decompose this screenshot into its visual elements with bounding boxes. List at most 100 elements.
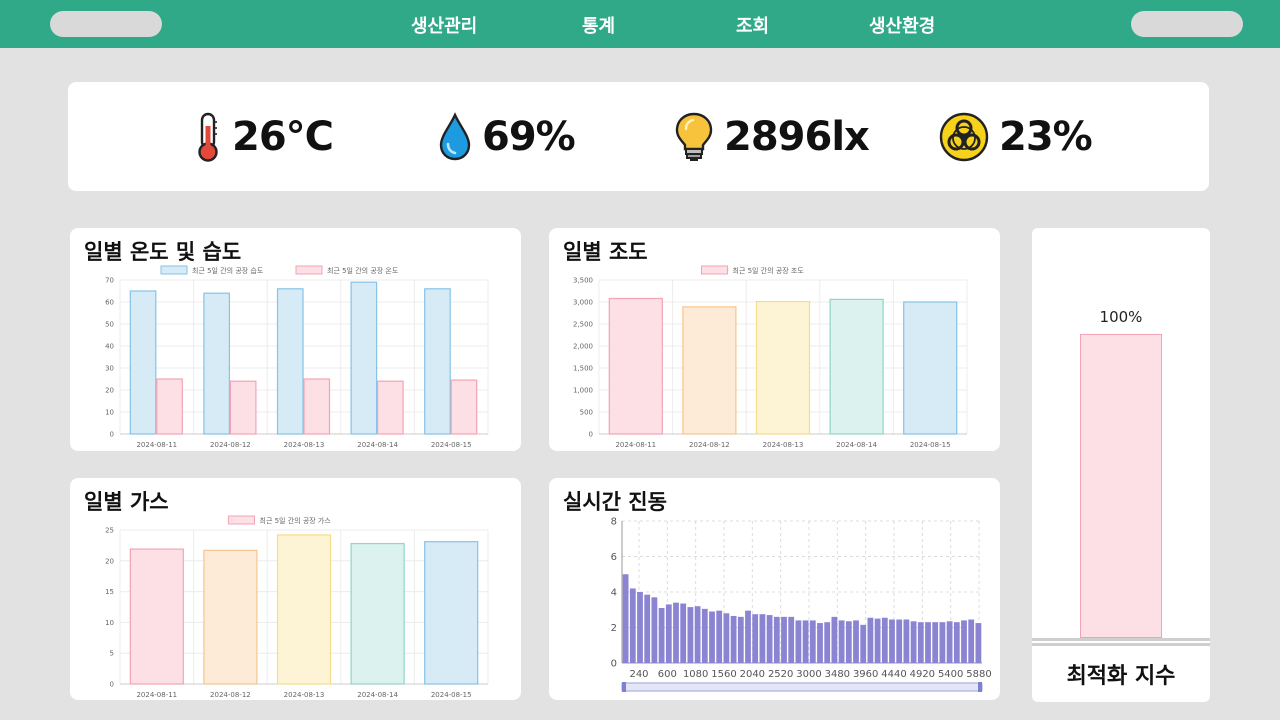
temp-humidity-bar-0 — [350, 281, 378, 435]
thermometer-icon — [198, 112, 218, 162]
vibration-zoom-handle-right[interactable] — [978, 682, 982, 692]
illuminance-legend-swatch — [701, 265, 728, 275]
optimization-index-card: 100% 최적화 지수 — [1032, 228, 1210, 702]
vibration-bar — [910, 621, 917, 663]
temp-humidity-y-tick-label: 20 — [105, 387, 114, 395]
illuminance-bar — [829, 298, 884, 435]
illuminance-legend-label: 최근 5일 간의 공장 조도 — [733, 266, 805, 275]
temp-humidity-bar-1 — [377, 380, 404, 435]
vibration-bar — [745, 610, 751, 663]
temp-humidity-y-tick-label: 10 — [105, 409, 114, 417]
vibration-bar — [802, 620, 809, 663]
gas-bar — [203, 549, 258, 685]
temp-humidity-bar-0 — [276, 288, 304, 435]
vibration-bar — [917, 622, 924, 663]
vibration-zoom-handle-left[interactable] — [622, 682, 626, 692]
illuminance-y-tick-label: 1,000 — [573, 387, 593, 395]
temp-humidity-chart-title: 일별 온도 및 습도 — [84, 240, 242, 264]
vibration-x-tick-label: 3000 — [796, 669, 821, 680]
vibration-x-tick-label: 4920 — [910, 669, 935, 680]
vibration-bar — [644, 594, 651, 663]
vibration-bar — [817, 623, 823, 663]
vibration-bar — [867, 617, 874, 663]
gas-x-tick-label: 2024-08-14 — [357, 691, 398, 699]
illuminance-bar — [755, 300, 811, 435]
vibration-x-tick-label: 3960 — [853, 669, 878, 680]
temp-humidity-legend-swatch — [160, 265, 188, 275]
temp-humidity-chart-card: 0 10 20 30 40 50 60 70 2024-08-11 2024-08-12 2024-… — [70, 228, 521, 451]
optimization-bar — [1080, 334, 1162, 638]
vibration-y-tick-label: 0 — [611, 659, 617, 670]
vibration-bar — [838, 620, 845, 663]
vibration-bar — [766, 615, 773, 663]
right-menu-pill[interactable] — [1131, 11, 1243, 37]
gas-value: 23% — [999, 114, 1093, 160]
gas-x-tick-label: 2024-08-12 — [210, 691, 251, 699]
vibration-bar — [781, 616, 787, 663]
vibration-bar — [925, 622, 931, 663]
temp-humidity-x-tick-label: 2024-08-15 — [431, 441, 472, 449]
illuminance-y-tick-label: 500 — [580, 409, 593, 417]
vibration-x-tick-label: 240 — [629, 669, 648, 680]
vibration-bar — [788, 616, 795, 663]
vibration-y-tick-label: 4 — [611, 588, 617, 599]
optimization-baseline — [1032, 638, 1210, 641]
vibration-bar — [701, 608, 708, 663]
vibration-y-tick-label: 6 — [611, 552, 617, 563]
nav-item-2[interactable]: 조회 — [736, 12, 769, 38]
illuminance-chart-title: 일별 조도 — [563, 240, 648, 264]
nav-item-3[interactable]: 생산환경 — [869, 12, 935, 38]
vibration-bar — [946, 621, 953, 663]
vibration-bar — [903, 619, 910, 663]
illuminance-bar — [608, 297, 663, 435]
temp-humidity-y-tick-label: 60 — [105, 299, 114, 307]
vibration-x-tick-label: 2040 — [740, 669, 765, 680]
nav-item-0[interactable]: 생산관리 — [411, 12, 477, 38]
vibration-x-tick-label: 2520 — [768, 669, 793, 680]
vibration-x-tick-label: 600 — [658, 669, 677, 680]
vibration-bar — [752, 614, 759, 663]
vibration-bar — [709, 611, 715, 663]
vibration-bar — [968, 619, 975, 663]
vibration-bar — [773, 616, 780, 663]
left-menu-pill[interactable] — [50, 11, 162, 37]
vibration-bar — [651, 597, 658, 663]
illuminance-x-tick-label: 2024-08-14 — [836, 441, 877, 449]
vibration-bar — [687, 607, 694, 663]
gas-y-tick-label: 10 — [105, 619, 114, 627]
gas-x-tick-label: 2024-08-11 — [136, 691, 177, 699]
vibration-x-tick-label: 1560 — [711, 669, 736, 680]
vibration-bar — [694, 606, 701, 663]
temp-humidity-bar-1 — [229, 380, 257, 435]
illuminance-reading: 2896lx — [674, 110, 870, 164]
temperature-reading: 26°C — [194, 110, 334, 164]
illuminance-x-tick-label: 2024-08-13 — [763, 441, 804, 449]
temperature-value: 26°C — [232, 114, 334, 160]
illuminance-y-tick-label: 2,500 — [573, 321, 593, 329]
vibration-bar — [845, 621, 852, 663]
illuminance-y-tick-label: 3,000 — [573, 299, 593, 307]
gas-x-tick-label: 2024-08-15 — [431, 691, 472, 699]
temp-humidity-legend-label: 최근 5일 간의 공장 온도 — [327, 266, 399, 275]
illuminance-y-tick-label: 2,000 — [573, 343, 593, 351]
temp-humidity-y-tick-label: 30 — [105, 365, 114, 373]
vibration-bar — [975, 623, 982, 663]
vibration-x-tick-label: 5400 — [938, 669, 963, 680]
gas-y-tick-label: 15 — [105, 588, 114, 596]
vibration-bar — [824, 622, 831, 663]
vibration-x-tick-label: 1080 — [683, 669, 708, 680]
temp-humidity-bar-0 — [129, 290, 157, 435]
gas-legend-label: 최근 5일 간의 공장 가스 — [260, 516, 332, 525]
vibration-zoom-slider[interactable] — [621, 682, 983, 692]
temp-humidity-x-tick-label: 2024-08-11 — [136, 441, 177, 449]
humidity-reading: 69% — [438, 110, 576, 164]
temp-humidity-x-tick-label: 2024-08-13 — [284, 441, 325, 449]
illuminance-bar — [903, 301, 958, 435]
vibration-x-tick-label: 3480 — [825, 669, 850, 680]
nav-item-1[interactable]: 통계 — [582, 12, 615, 38]
temp-humidity-legend-swatch — [295, 265, 323, 275]
illuminance-x-tick-label: 2024-08-15 — [910, 441, 951, 449]
sensor-summary-card: 26°C 69% 2896lx 23% — [68, 82, 1209, 191]
temp-humidity-y-tick-label: 0 — [110, 431, 114, 439]
gas-y-tick-label: 25 — [105, 527, 114, 535]
